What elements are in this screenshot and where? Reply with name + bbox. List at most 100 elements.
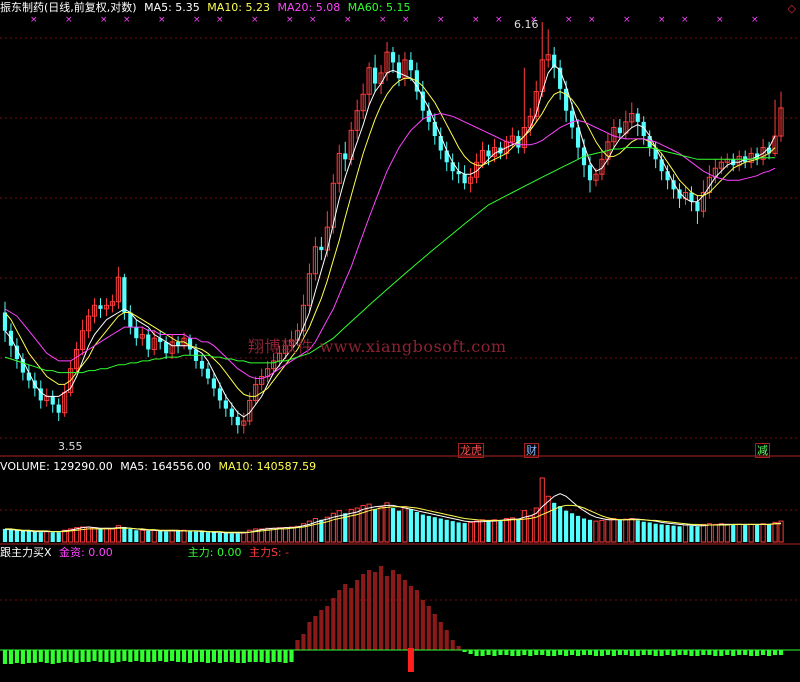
signal-mark: ×: [309, 15, 317, 25]
event-tag-longhu[interactable]: 龙虎: [458, 443, 484, 458]
indicator-bar-green: [564, 650, 569, 656]
indicator-bar-green: [146, 650, 151, 662]
indicator-bar-green: [205, 650, 211, 663]
signal-mark: ×: [216, 15, 224, 25]
volume-bar: [677, 526, 682, 542]
indicator-bar-green: [665, 650, 670, 655]
volume-bar: [665, 525, 670, 542]
volume-bar: [187, 530, 193, 542]
candle-body: [235, 416, 240, 426]
volume-bar: [755, 525, 760, 542]
indicator-bar-green: [104, 650, 109, 662]
volume-bar: [354, 507, 360, 543]
indicator-bar-red: [319, 610, 324, 650]
candle-body: [390, 52, 396, 63]
indicator-bar-green: [158, 650, 163, 661]
indicator-bar-green: [265, 650, 270, 663]
indicator-bar-green: [8, 650, 14, 664]
volume-bar: [2, 528, 8, 542]
event-tag-cai[interactable]: 财: [524, 443, 539, 458]
signal-mark: ×: [716, 15, 724, 25]
indicator-bar-green: [659, 650, 664, 656]
volume-bar: [772, 521, 778, 543]
volume-bar: [32, 531, 37, 542]
volume-ma10: MA10: 140587.59: [218, 460, 317, 473]
indicator-bar-green: [247, 650, 252, 662]
indicator-bar-green: [677, 650, 682, 655]
indicator-bar-green: [778, 650, 784, 655]
volume-bar: [360, 504, 366, 543]
indicator-bar-green: [635, 650, 640, 656]
indicator-bar-green: [283, 650, 288, 663]
candle-body: [396, 62, 402, 79]
indicator-bar-red: [420, 600, 425, 650]
candle-body: [659, 159, 664, 172]
indicator-bar-green: [56, 650, 61, 663]
indicator-bar-green: [581, 650, 587, 655]
volume-bar: [169, 529, 175, 543]
indicator-bar-green: [552, 650, 557, 656]
volume-ma5: MA5: 164556.00: [120, 460, 211, 473]
volume-bar: [456, 522, 461, 542]
indicator-bar-green: [605, 650, 610, 655]
volume-bar: [420, 514, 425, 542]
indicator-bar-green: [540, 650, 545, 655]
candle-body: [205, 368, 211, 379]
indicator-bar-green: [504, 650, 509, 655]
indicator-bar-red: [438, 622, 443, 650]
volume-bar: [91, 527, 98, 543]
volume-bar: [444, 519, 449, 542]
volume-bar: [122, 526, 127, 542]
watermark: 翔博软件 www.xiangbosoft.com: [248, 337, 507, 356]
indicator-bar-green: [176, 650, 181, 662]
diamond-icon[interactable]: ◇: [788, 2, 796, 15]
volume-bar: [724, 523, 730, 543]
indicator-bar-red: [444, 630, 449, 650]
volume-bar: [8, 528, 14, 542]
volume-bar: [695, 526, 700, 542]
volume-bar: [468, 521, 474, 543]
signal-mark: ×: [251, 15, 259, 25]
indicator-bar-green: [575, 650, 581, 656]
volume-bar: [700, 523, 707, 543]
candle-body: [689, 192, 694, 202]
indicator-bar-green: [259, 650, 264, 662]
volume-bar: [450, 521, 455, 542]
indicator-bar-green: [707, 650, 712, 655]
indicator-bar-green: [187, 650, 193, 663]
event-tag-jian[interactable]: 减: [755, 443, 770, 458]
volume-bar: [193, 531, 199, 542]
volume-header: VOLUME: 129290.00 MA5: 164556.00 MA10: 1…: [0, 460, 320, 474]
volume-bar: [373, 509, 378, 542]
indicator-bar-green: [772, 650, 778, 655]
volume-bar: [653, 523, 658, 542]
indicator-bar-green: [623, 650, 628, 655]
signal-mark: ×: [402, 15, 410, 25]
stock-title: 振东制药(日线,前复权,对数): [0, 1, 137, 14]
indicator-bar-green: [725, 650, 730, 655]
candle-body: [56, 404, 61, 413]
volume-bar: [103, 527, 110, 543]
indicator-bar-green: [116, 650, 121, 662]
indicator-bar-green: [164, 650, 169, 662]
indicator-bar-red: [384, 576, 390, 650]
indicator-zhulis: 主力S: -: [248, 546, 290, 559]
volume-bar: [521, 510, 527, 543]
volume-bar: [516, 519, 521, 542]
volume-value: VOLUME: 129290.00: [0, 460, 113, 473]
indicator-bar-green: [271, 650, 276, 662]
volume-bar: [731, 525, 736, 542]
signal-mark: ×: [681, 15, 689, 25]
main-header: 振东制药(日线,前复权,对数) MA5: 5.35 MA10: 5.23 MA2…: [0, 1, 414, 15]
volume-bar: [575, 515, 581, 542]
volume-bar: [181, 529, 187, 543]
volume-bar: [689, 525, 694, 542]
ma5-value: MA5: 5.35: [144, 1, 200, 14]
indicator-bar-green: [468, 650, 473, 654]
indicator-bar-green: [510, 650, 515, 656]
candle-body: [199, 360, 205, 369]
volume-bar: [38, 532, 43, 542]
volume-bar: [235, 533, 240, 542]
indicator-bar-red: [408, 586, 413, 650]
volume-bar: [509, 517, 515, 543]
